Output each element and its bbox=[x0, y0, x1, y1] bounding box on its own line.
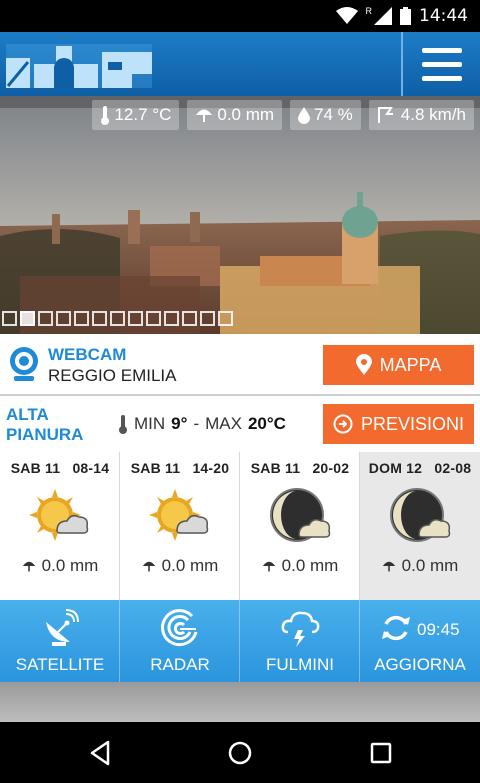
bottom-toolbar: SATELLITE RADAR FULMINI 09:45 AGGIORNA bbox=[0, 600, 480, 682]
umbrella-icon bbox=[142, 561, 155, 572]
slide-dot[interactable] bbox=[20, 311, 35, 326]
slot-label: SAB 11 14-20 bbox=[130, 460, 230, 476]
forecast-slot[interactable]: SAB 11 20-02 0.0 mm bbox=[240, 452, 360, 600]
storm-cloud-icon bbox=[281, 611, 320, 647]
home-icon[interactable] bbox=[225, 738, 255, 768]
reading-temperature: 12.7 °C bbox=[92, 100, 180, 130]
temperature-range: MIN 9° - MAX 20°C bbox=[118, 414, 286, 434]
reading-rain: 0.0 mm bbox=[187, 100, 283, 130]
back-icon[interactable] bbox=[86, 738, 116, 768]
radar-icon bbox=[161, 609, 198, 647]
slot-rain: 0.0 mm bbox=[120, 556, 240, 576]
thermometer-icon bbox=[101, 106, 110, 125]
sun-cloud-icon bbox=[149, 489, 209, 541]
roaming-indicator: R bbox=[365, 6, 373, 16]
umbrella-icon bbox=[22, 561, 35, 572]
recents-icon[interactable] bbox=[366, 738, 396, 768]
slot-rain: 0.0 mm bbox=[240, 556, 360, 576]
forecast-header: ALTA PIANURA MIN 9° - MAX 20°C PREVISION… bbox=[0, 396, 480, 452]
satellite-button[interactable]: SATELLITE bbox=[0, 600, 120, 682]
slide-dot[interactable] bbox=[2, 311, 17, 326]
forecast-slot[interactable]: SAB 11 08-14 0.0 mm bbox=[0, 452, 120, 600]
webcam-info-row: WEBCAM REGGIO EMILIA MAPPA bbox=[0, 334, 480, 396]
slot-rain: 0.0 mm bbox=[360, 556, 480, 576]
sun-cloud-icon bbox=[29, 489, 89, 541]
slot-rain: 0.0 mm bbox=[0, 556, 120, 576]
footer-strip bbox=[0, 682, 480, 722]
reading-humidity: 74 % bbox=[290, 100, 361, 130]
last-update-time: 09:45 bbox=[417, 620, 460, 639]
city-panorama bbox=[0, 96, 480, 334]
skyline-logo[interactable] bbox=[6, 38, 152, 90]
forecast-grid: SAB 11 08-14 0.0 mm SAB 11 14-20 0.0 mm … bbox=[0, 452, 480, 600]
webcam-city: REGGIO EMILIA bbox=[48, 366, 177, 385]
slot-label: DOM 12 02-08 bbox=[368, 460, 472, 476]
moon-cloud-icon bbox=[270, 488, 331, 542]
wind-icon bbox=[377, 107, 393, 123]
hamburger-menu-icon[interactable] bbox=[403, 32, 480, 96]
reading-wind: 4.8 km/h bbox=[368, 100, 474, 130]
slide-dot[interactable] bbox=[92, 311, 107, 326]
refresh-button[interactable]: 09:45 AGGIORNA bbox=[360, 600, 480, 682]
satellite-dish-icon bbox=[46, 609, 79, 646]
umbrella-icon bbox=[196, 109, 213, 122]
battery-icon bbox=[400, 7, 411, 25]
slide-dot[interactable] bbox=[146, 311, 161, 326]
slide-indicator bbox=[2, 311, 233, 326]
slot-label: SAB 11 08-14 bbox=[10, 460, 110, 476]
map-pin-icon bbox=[355, 354, 372, 375]
umbrella-icon bbox=[262, 561, 275, 572]
slide-dot[interactable] bbox=[218, 311, 233, 326]
moon-cloud-icon bbox=[390, 488, 451, 542]
clock: 14:44 bbox=[419, 6, 468, 26]
forecast-slot[interactable]: DOM 12 02-08 0.0 mm bbox=[360, 452, 480, 600]
webcam-image[interactable]: 12.7 °C 0.0 mm 74 % 4.8 km/h bbox=[0, 96, 480, 334]
webcam-icon bbox=[10, 347, 38, 381]
thermometer-icon bbox=[119, 415, 127, 434]
arrow-circle-icon bbox=[333, 414, 353, 434]
slide-dot[interactable] bbox=[38, 311, 53, 326]
refresh-icon bbox=[382, 615, 410, 641]
lightning-button[interactable]: FULMINI bbox=[240, 600, 360, 682]
slide-dot[interactable] bbox=[128, 311, 143, 326]
forecast-zone: ALTA PIANURA bbox=[6, 405, 84, 444]
slide-dot[interactable] bbox=[200, 311, 215, 326]
status-bar: R 14:44 bbox=[0, 0, 480, 32]
slide-dot[interactable] bbox=[110, 311, 125, 326]
slide-dot[interactable] bbox=[182, 311, 197, 326]
umbrella-icon bbox=[382, 561, 395, 572]
slide-dot[interactable] bbox=[56, 311, 71, 326]
radar-button[interactable]: RADAR bbox=[120, 600, 240, 682]
app-header bbox=[0, 32, 480, 96]
humidity-drop-icon bbox=[298, 107, 311, 124]
slide-dot[interactable] bbox=[164, 311, 179, 326]
map-button[interactable]: MAPPA bbox=[323, 345, 474, 385]
signal-icon bbox=[374, 7, 392, 25]
slide-dot[interactable] bbox=[74, 311, 89, 326]
weather-readings: 12.7 °C 0.0 mm 74 % 4.8 km/h bbox=[92, 100, 474, 130]
forecast-button[interactable]: PREVISIONI bbox=[323, 404, 474, 444]
wifi-icon bbox=[335, 7, 358, 24]
webcam-title: WEBCAM bbox=[48, 345, 127, 364]
slot-label: SAB 11 20-02 bbox=[250, 460, 350, 476]
navigation-bar bbox=[0, 722, 480, 783]
forecast-slot[interactable]: SAB 11 14-20 0.0 mm bbox=[120, 452, 240, 600]
